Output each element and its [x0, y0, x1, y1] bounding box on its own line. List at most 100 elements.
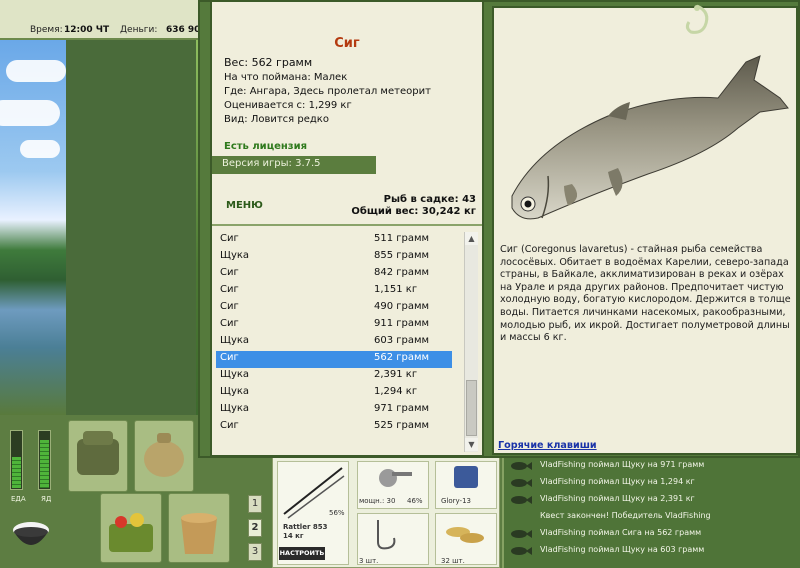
slot-3-button[interactable]: 3 [248, 543, 262, 561]
reel-power: мощн.: 30 [359, 497, 396, 505]
lake-scene [0, 40, 66, 415]
fish-title: Сиг [334, 36, 360, 51]
fish-icon [511, 547, 532, 555]
tackle-panel: Rattler 853 14 кг НАСТРОИТЬ 56% мощн.: 3… [272, 456, 500, 568]
scroll-up-icon[interactable]: ▲ [465, 232, 478, 245]
catch-list[interactable]: Сиг 511 грамм Щука 855 грамм Сиг 842 грамм Сиг… [216, 232, 464, 452]
food-gauge [10, 430, 23, 490]
catch-fish-name: Сиг [220, 284, 239, 295]
hotkeys-link[interactable]: Горячие клавиши [498, 440, 597, 451]
catch-fish-name: Сиг [220, 318, 239, 329]
fish-weight: Вес: 562 грамм [224, 56, 313, 69]
catch-fish-weight: 971 грамм [374, 403, 430, 414]
fish-icon [511, 496, 532, 504]
money-label: Деньги: [120, 25, 158, 35]
rod-name: Rattler 853 [283, 523, 328, 531]
catch-fish-weight: 911 грамм [374, 318, 430, 329]
fish-description-panel: Сиг (Coregonus lavaretus) - стайная рыба… [492, 6, 798, 455]
vegetables-slot[interactable] [100, 493, 162, 563]
fish-description: Сиг (Coregonus lavaretus) - стайная рыба… [500, 244, 791, 344]
decorative-swirl-icon [685, 4, 709, 34]
catch-fish-weight: 855 грамм [374, 250, 430, 261]
menu-button[interactable]: МЕНЮ [226, 200, 263, 211]
catch-fish-name: Щука [220, 250, 250, 261]
chat-message: VladFishing поймал Щуку на 971 грамм [506, 458, 800, 475]
chat-message: VladFishing поймал Щуку на 1,294 кг [506, 475, 800, 492]
catch-row[interactable]: Щука 1,294 кг [216, 385, 452, 402]
catch-fish-name: Сиг [220, 233, 239, 244]
catch-row[interactable]: Щука 2,391 кг [216, 368, 452, 385]
money-value: 636 90 [166, 25, 201, 35]
catch-row[interactable]: Сиг 562 грамм [216, 351, 452, 368]
backpack-slot[interactable] [68, 420, 128, 492]
time-label: Время: [30, 25, 63, 35]
catch-fish-name: Щука [220, 335, 250, 346]
whitefish-image [511, 55, 789, 220]
catch-row[interactable]: Сиг 842 грамм [216, 266, 452, 283]
fish-icon [511, 479, 532, 487]
license-status: Есть лицензия [224, 141, 308, 152]
info-bait: На что поймана: Малек [224, 72, 348, 83]
game-version: Версия игры: 3.7.5 [212, 156, 376, 174]
hook-count: 3 шт. [359, 557, 379, 565]
catch-row[interactable]: Сиг 525 грамм [216, 419, 452, 436]
catch-row[interactable]: Сиг 1,151 кг [216, 283, 452, 300]
chat-message: Квест закончен! Победитель VladFishing [540, 511, 711, 520]
catch-row[interactable]: Сиг 511 грамм [216, 232, 452, 249]
info-value: Оценивается с: 1,299 кг [224, 100, 352, 111]
fish-info-popup: Сиг Вес: 562 грамм На что поймана: Малек… [198, 0, 800, 458]
reel-percent: 46% [407, 497, 423, 505]
fish-icon [511, 530, 532, 538]
catch-fish-weight: 562 грамм [374, 352, 430, 363]
bag-slot[interactable] [134, 420, 194, 492]
catch-fish-name: Сиг [220, 352, 239, 363]
catch-fish-name: Сиг [220, 267, 239, 278]
catch-row[interactable]: Сиг 490 грамм [216, 300, 452, 317]
cauldron-icon[interactable] [8, 510, 54, 558]
catch-fish-weight: 2,391 кг [374, 369, 418, 380]
chat-message: VladFishing поймал Сига на 562 грамм [506, 526, 800, 543]
keepnet-stats: Рыб в садке: 43 Общий вес: 30,242 кг [351, 194, 476, 218]
catch-row[interactable]: Щука 971 грамм [216, 402, 452, 419]
catch-row[interactable]: Щука 603 грамм [216, 334, 452, 351]
rod-weight: 14 кг [283, 532, 304, 540]
catch-fish-weight: 490 грамм [374, 301, 430, 312]
scroll-down-icon[interactable]: ▼ [465, 438, 478, 451]
catch-fish-name: Щука [220, 369, 250, 380]
time-value: 12:00 ЧТ [64, 25, 110, 35]
catch-row[interactable]: Сиг 911 грамм [216, 317, 452, 334]
catch-fish-weight: 1,151 кг [374, 284, 418, 295]
rod-percent: 56% [329, 509, 345, 517]
setup-button[interactable]: НАСТРОИТЬ [279, 547, 325, 560]
divider [212, 224, 482, 226]
catch-fish-weight: 603 грамм [374, 335, 430, 346]
fish-icon [511, 462, 532, 470]
info-location: Где: Ангара, Здесь пролетал метеорит [224, 86, 431, 97]
chat-message: VladFishing поймал Щуку на 2,391 кг [506, 492, 800, 509]
catch-details-panel: Сиг Вес: 562 грамм На что поймана: Малек… [210, 2, 484, 457]
catch-fish-name: Щука [220, 403, 250, 414]
bucket-slot[interactable] [168, 493, 230, 563]
poison-label: ЯД [41, 495, 52, 503]
catch-fish-name: Щука [220, 386, 250, 397]
chat-log: VladFishing поймал Щуку на 971 грамм Vla… [502, 456, 800, 568]
bait-count: 32 шт. [441, 557, 465, 565]
catch-row[interactable]: Щука 855 грамм [216, 249, 452, 266]
catch-fish-weight: 511 грамм [374, 233, 430, 244]
chat-message: VladFishing поймал Щуку на 603 грамм [506, 543, 800, 560]
catch-fish-weight: 525 грамм [374, 420, 430, 431]
catch-list-scrollbar[interactable]: ▲ ▼ [464, 232, 478, 452]
keepnet-total-weight: Общий вес: 30,242 кг [351, 206, 476, 217]
food-label: ЕДА [11, 495, 26, 503]
line-name: Glory-13 [441, 497, 471, 505]
info-rarity: Вид: Ловится редко [224, 114, 329, 125]
scroll-thumb[interactable] [466, 380, 477, 436]
slot-2-button[interactable]: 2 [248, 519, 262, 537]
keepnet-count: Рыб в садке: 43 [383, 194, 476, 205]
catch-fish-weight: 842 грамм [374, 267, 430, 278]
catch-fish-weight: 1,294 кг [374, 386, 418, 397]
catch-fish-name: Сиг [220, 301, 239, 312]
poison-gauge [38, 430, 51, 490]
catch-fish-name: Сиг [220, 420, 239, 431]
slot-1-button[interactable]: 1 [248, 495, 262, 513]
